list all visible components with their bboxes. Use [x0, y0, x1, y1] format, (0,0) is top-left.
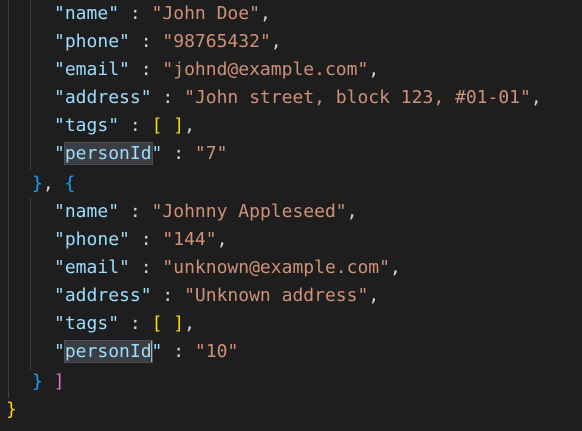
json-key: "personId"	[54, 142, 163, 165]
text-cursor	[150, 341, 153, 363]
code-line[interactable]: "personId" : "7"	[54, 140, 227, 168]
brace-close: }	[32, 173, 43, 194]
bracket-open: [	[151, 313, 163, 334]
code-line[interactable]: } ]	[32, 368, 65, 396]
json-string-value: "7"	[194, 143, 228, 164]
json-key: "tags"	[54, 313, 120, 334]
json-string-value: "98765432"	[162, 31, 271, 52]
json-string-value: "10"	[194, 341, 239, 362]
json-string-value: "unknown@example.com"	[162, 257, 390, 278]
code-editor[interactable]: "name" : "John Doe", "phone" : "98765432…	[0, 0, 582, 431]
selection-highlight: personId	[63, 340, 153, 363]
brace-close-outer: }	[6, 399, 17, 420]
json-string-value: "John Doe"	[151, 3, 260, 24]
bracket-close: ]	[173, 313, 185, 334]
code-line[interactable]: "tags" : [ ],	[54, 310, 195, 338]
json-key: "name"	[54, 201, 120, 222]
code-line[interactable]: "phone" : "98765432",	[54, 28, 282, 56]
code-line[interactable]: "name" : "John Doe",	[54, 0, 271, 28]
code-line[interactable]: "personId" : "10"	[54, 338, 238, 366]
json-string-value: "Unknown address"	[184, 285, 369, 306]
indent-guide-array	[30, 0, 31, 170]
brace-close: }	[32, 371, 43, 392]
code-line[interactable]: "name" : "Johnny Appleseed",	[54, 198, 357, 226]
json-key: "address"	[54, 285, 152, 306]
json-key: "tags"	[54, 115, 120, 136]
json-key: "name"	[54, 3, 120, 24]
bracket-close: ]	[173, 115, 185, 136]
code-line[interactable]: "phone" : "144",	[54, 226, 227, 254]
json-key: "email"	[54, 257, 130, 278]
code-line[interactable]: "address" : "John street, block 123, #01…	[54, 84, 542, 112]
json-string-value: "johnd@example.com"	[162, 59, 369, 80]
json-key: "address"	[54, 87, 152, 108]
json-key: "personId"	[54, 340, 163, 363]
json-string-value: "Johnny Appleseed"	[151, 201, 347, 222]
brace-open: {	[64, 173, 76, 194]
bracket-open: [	[151, 115, 163, 136]
json-key: "phone"	[54, 31, 130, 52]
json-string-value: "144"	[162, 229, 217, 250]
code-line[interactable]: "tags" : [ ],	[54, 112, 195, 140]
json-string-value: "John street, block 123, #01-01"	[184, 87, 531, 108]
indent-guide-array	[30, 198, 31, 370]
json-key: "email"	[54, 59, 130, 80]
code-line[interactable]: "address" : "Unknown address",	[54, 282, 379, 310]
code-line[interactable]: }	[6, 396, 17, 424]
selection-highlight: personId	[63, 142, 153, 165]
code-line[interactable]: "email" : "unknown@example.com",	[54, 254, 401, 282]
array-bracket-close: ]	[53, 371, 65, 392]
code-line[interactable]: }, {	[32, 170, 75, 198]
indent-guide-outer	[8, 0, 9, 398]
json-key: "phone"	[54, 229, 130, 250]
code-line[interactable]: "email" : "johnd@example.com",	[54, 56, 379, 84]
